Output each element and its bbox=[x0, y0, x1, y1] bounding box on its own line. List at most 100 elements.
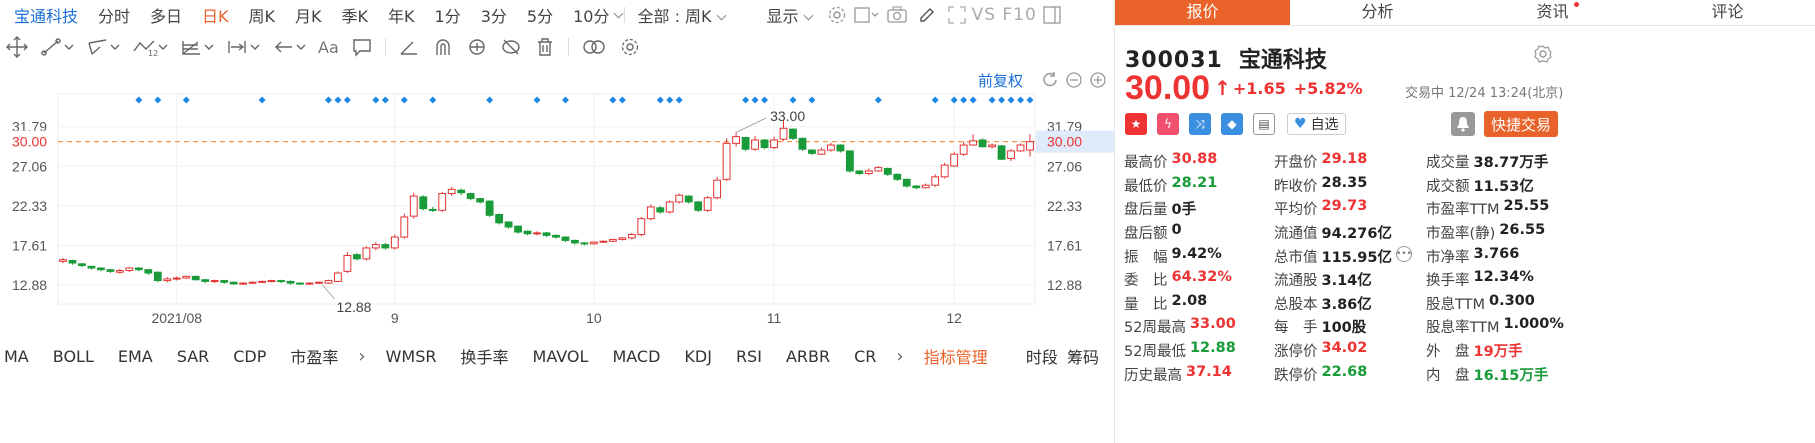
vs-f10-button[interactable]: VS F10 bbox=[972, 5, 1037, 25]
candle-body bbox=[324, 280, 333, 284]
stat-label: 市净率 bbox=[1426, 249, 1470, 266]
candle-body bbox=[826, 144, 835, 151]
candlestick-chart[interactable]: 31.79 31.7927.06 27.0622.33 22.3317.61 17.61… bbox=[0, 64, 1115, 334]
period-multi-day[interactable]: 多日 bbox=[140, 3, 192, 27]
period-3min[interactable]: 3分 bbox=[471, 3, 517, 27]
range-tool-icon[interactable] bbox=[226, 37, 260, 57]
period-1min[interactable]: 1分 bbox=[425, 3, 471, 27]
chevron-right-icon[interactable]: › bbox=[350, 346, 373, 367]
sidebar-toggle-icon[interactable] bbox=[1037, 2, 1067, 28]
stat-label: 每 手 bbox=[1274, 320, 1318, 337]
candle-body bbox=[779, 127, 788, 140]
lock-icon[interactable] bbox=[466, 37, 488, 57]
signal-marker bbox=[950, 96, 958, 104]
channel-tool-icon[interactable] bbox=[86, 37, 120, 57]
stat-value: 37.14 bbox=[1186, 363, 1232, 380]
display-label: 显示 bbox=[766, 7, 799, 26]
indicator-sub-4[interactable]: KDJ bbox=[672, 347, 724, 366]
period-chip-tabs[interactable]: 时段 筹码 bbox=[1026, 344, 1115, 368]
indicator-sub-0[interactable]: WMSR bbox=[374, 347, 449, 366]
candle-body bbox=[97, 267, 105, 271]
stock-name-tab[interactable]: 宝通科技 bbox=[0, 3, 88, 27]
shuffle-icon[interactable]: ⤨ bbox=[1189, 113, 1211, 135]
angle-tool-icon[interactable] bbox=[398, 37, 420, 57]
candle-body bbox=[703, 197, 712, 211]
chevron-right-icon[interactable]: › bbox=[888, 346, 911, 367]
bell-icon[interactable] bbox=[1451, 112, 1475, 136]
stats-row: 委 比 64.32% 流通股 3.14亿 换手率 12.34% bbox=[1124, 268, 1814, 292]
magnet-icon[interactable] bbox=[432, 37, 454, 57]
crosshair-icon[interactable] bbox=[6, 36, 28, 58]
indicator-sub-5[interactable]: RSI bbox=[724, 347, 774, 366]
tab-label: 分析 bbox=[1361, 2, 1394, 21]
tab-1[interactable]: 分析 bbox=[1290, 0, 1465, 25]
stat-label: 外 盘 bbox=[1426, 344, 1470, 361]
stat-cell: 52周最低 12.88 bbox=[1124, 340, 1236, 361]
camera-icon[interactable] bbox=[882, 2, 912, 28]
indicator-main-3[interactable]: SAR bbox=[165, 347, 222, 366]
stat-value: 38.77万手 bbox=[1473, 155, 1549, 172]
indicator-main-0[interactable]: MA bbox=[0, 347, 41, 366]
period-monthly[interactable]: 月K bbox=[285, 3, 332, 27]
lightning-icon[interactable]: ϟ bbox=[1157, 113, 1179, 135]
candle-body bbox=[552, 234, 560, 238]
tag-icon[interactable]: ◆ bbox=[1221, 113, 1243, 135]
trash-icon[interactable] bbox=[534, 37, 556, 57]
display-select[interactable]: 显示 bbox=[757, 3, 822, 27]
line-tool-icon[interactable] bbox=[40, 37, 74, 57]
layout-square-icon[interactable] bbox=[852, 2, 882, 28]
stat-label: 盘后量 bbox=[1124, 202, 1168, 219]
tab-2[interactable]: 资讯 bbox=[1465, 0, 1640, 25]
stat-cell: 历史最高 37.14 bbox=[1124, 364, 1232, 385]
stat-value: 64.32% bbox=[1171, 269, 1232, 286]
period-yearly[interactable]: 年K bbox=[378, 3, 425, 27]
period-5min[interactable]: 5分 bbox=[517, 3, 563, 27]
link-icon[interactable] bbox=[581, 37, 607, 57]
quick-trade-button[interactable]: 快捷交易 bbox=[1484, 111, 1558, 137]
period-weekly[interactable]: 周K bbox=[239, 3, 286, 27]
indicator-sub-2[interactable]: MAVOL bbox=[521, 347, 601, 366]
period-intraday[interactable]: 分时 bbox=[88, 3, 140, 27]
indicator-sub-1[interactable]: 换手率 bbox=[449, 344, 521, 368]
settings-icon[interactable] bbox=[822, 2, 852, 28]
gear-icon[interactable] bbox=[619, 37, 641, 57]
candle-body bbox=[978, 139, 987, 148]
indicator-main-2[interactable]: EMA bbox=[106, 347, 165, 366]
tab-0[interactable]: 报价 bbox=[1115, 0, 1290, 25]
stat-cell: 开盘价 29.18 bbox=[1274, 151, 1367, 172]
all-period-select[interactable]: 全部 : 周K bbox=[627, 3, 734, 27]
note-icon[interactable]: ▤ bbox=[1253, 113, 1275, 135]
more-icon[interactable]: ••• bbox=[1395, 245, 1412, 262]
fib-tool-icon[interactable] bbox=[180, 37, 214, 57]
indicator-main-1[interactable]: BOLL bbox=[41, 347, 106, 366]
indicator-manage-button[interactable]: 指标管理 bbox=[912, 344, 1000, 368]
indicator-sub-3[interactable]: MACD bbox=[600, 347, 672, 366]
period-quarterly[interactable]: 季K bbox=[332, 3, 379, 27]
indicator-main-4[interactable]: CDP bbox=[221, 347, 278, 366]
comment-tool-icon[interactable] bbox=[351, 37, 373, 57]
indicator-sub-7[interactable]: CR bbox=[842, 347, 888, 366]
candle-body bbox=[485, 200, 494, 216]
period-daily[interactable]: 日K bbox=[192, 3, 239, 27]
period-10min[interactable]: 10分 bbox=[563, 3, 619, 27]
candle-body bbox=[115, 270, 124, 273]
candle-body bbox=[741, 137, 750, 150]
arrow-tool-icon[interactable] bbox=[272, 37, 306, 57]
indicator-main-5[interactable]: 市盈率 bbox=[278, 344, 350, 368]
hide-icon[interactable] bbox=[500, 37, 522, 57]
candle-body bbox=[959, 144, 968, 155]
fullscreen-icon[interactable] bbox=[942, 2, 972, 28]
pencil-icon[interactable] bbox=[912, 2, 942, 28]
add-watchlist-button[interactable]: ♥ 自选 bbox=[1287, 113, 1346, 135]
stats-row: 52周最低 12.88 涨停价 34.02 外 盘 19万手 bbox=[1124, 339, 1814, 363]
settings-gear-icon[interactable] bbox=[1533, 44, 1553, 64]
candle-body bbox=[352, 254, 361, 260]
candle-body bbox=[144, 269, 153, 274]
signal-marker bbox=[1007, 96, 1015, 104]
price-change-percent: +5.82% bbox=[1293, 78, 1363, 98]
wave-tool-icon[interactable]: 123 bbox=[132, 37, 168, 57]
indicator-sub-6[interactable]: ARBR bbox=[774, 347, 842, 366]
tab-3[interactable]: 评论 bbox=[1640, 0, 1815, 25]
text-tool-icon[interactable]: Aa bbox=[318, 38, 339, 57]
china-flag-icon[interactable]: ★ bbox=[1125, 113, 1147, 135]
